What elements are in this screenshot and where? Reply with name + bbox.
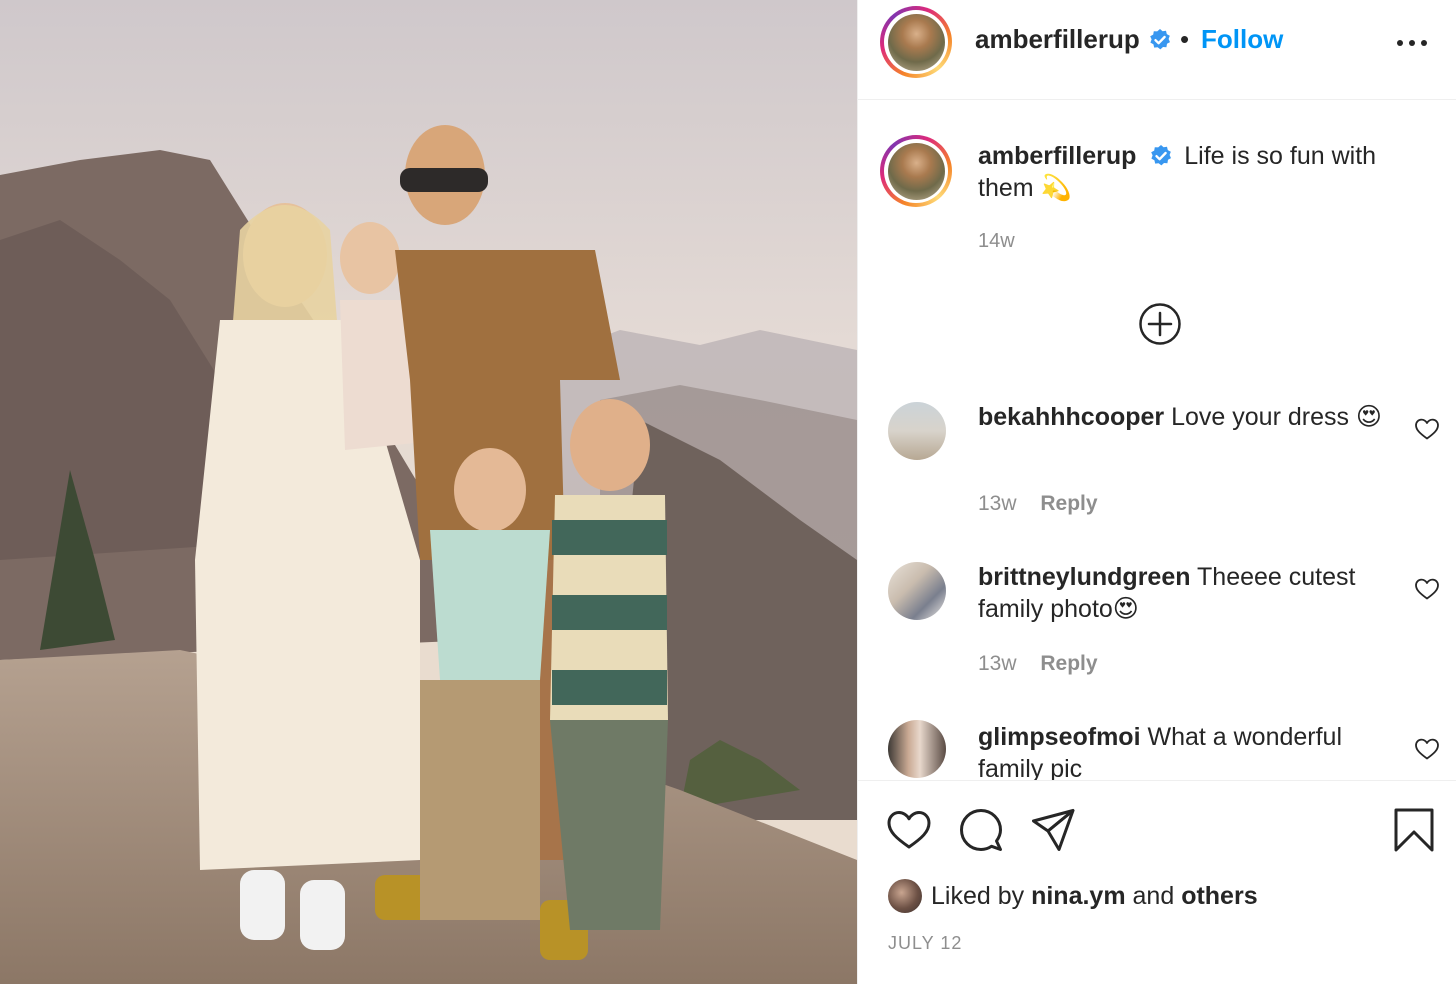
post-actions-bar: Liked by nina.ym and others JULY 12 — [858, 780, 1456, 984]
liker-avatar[interactable] — [888, 879, 922, 913]
comment-like-heart-icon[interactable] — [1414, 417, 1440, 441]
post-photo[interactable] — [0, 0, 857, 984]
caption-timestamp[interactable]: 14w — [978, 230, 1015, 253]
comment-text: glimpseofmoi What a wonderful family pic — [978, 721, 1398, 780]
likes-prefix: Liked by — [931, 881, 1025, 910]
reply-button[interactable]: Reply — [1040, 652, 1097, 675]
likes-summary: Liked by nina.ym and others — [888, 879, 1258, 913]
author-avatar[interactable] — [880, 6, 952, 78]
more-options-icon[interactable] — [1392, 28, 1432, 58]
comment-bubble-icon[interactable] — [958, 807, 1004, 853]
post-date[interactable]: JULY 12 — [888, 933, 962, 954]
instagram-post: amberfillerup • Follow amberfillerup Lif… — [0, 0, 1456, 984]
follow-button[interactable]: Follow — [1201, 24, 1283, 55]
comment-like-heart-icon[interactable] — [1414, 577, 1440, 601]
comment-time[interactable]: 13w — [978, 492, 1017, 515]
caption-author-avatar[interactable] — [880, 135, 952, 207]
comment-avatar[interactable] — [888, 720, 946, 778]
comment-meta: 13w Reply — [978, 492, 1098, 516]
likes-others-link[interactable]: others — [1181, 882, 1257, 911]
comment-username[interactable]: glimpseofmoi — [978, 723, 1141, 751]
like-heart-icon[interactable] — [886, 807, 932, 853]
comment-body: Love your dress 😍 — [1171, 403, 1382, 431]
comments-list[interactable]: bekahhhcooper Love your dress 😍 13w Repl… — [858, 380, 1456, 780]
header-separator: • — [1180, 24, 1190, 54]
comment-username[interactable]: bekahhhcooper — [978, 403, 1164, 431]
author-username[interactable]: amberfillerup — [975, 24, 1172, 55]
comment-text: bekahhhcooper Love your dress 😍 — [978, 401, 1398, 433]
caption-username[interactable]: amberfillerup — [978, 142, 1136, 170]
verified-badge-icon — [1149, 28, 1170, 49]
comment-like-heart-icon[interactable] — [1414, 737, 1440, 761]
post-header: amberfillerup • Follow — [858, 0, 1456, 100]
share-paper-plane-icon[interactable] — [1030, 807, 1076, 853]
comment-text: brittneylundgreen Theeee cutest family p… — [978, 561, 1398, 625]
comment-time[interactable]: 13w — [978, 652, 1017, 675]
likes-middle: and — [1132, 881, 1175, 910]
comment-avatar[interactable] — [888, 402, 946, 460]
save-bookmark-icon[interactable] — [1392, 807, 1436, 853]
caption-text: amberfillerup Life is so fun with them 💫 — [978, 140, 1418, 204]
load-more-comments-icon[interactable] — [1138, 302, 1182, 346]
comment-username[interactable]: brittneylundgreen — [978, 563, 1191, 591]
reply-button[interactable]: Reply — [1040, 492, 1097, 515]
comment-avatar[interactable] — [888, 562, 946, 620]
post-side-panel: amberfillerup • Follow amberfillerup Lif… — [857, 0, 1456, 984]
family-mountain-photo — [0, 0, 857, 984]
comment-meta: 13w Reply — [978, 652, 1098, 676]
liker-username[interactable]: nina.ym — [1031, 882, 1125, 911]
caption-verified-badge-icon — [1151, 145, 1172, 166]
